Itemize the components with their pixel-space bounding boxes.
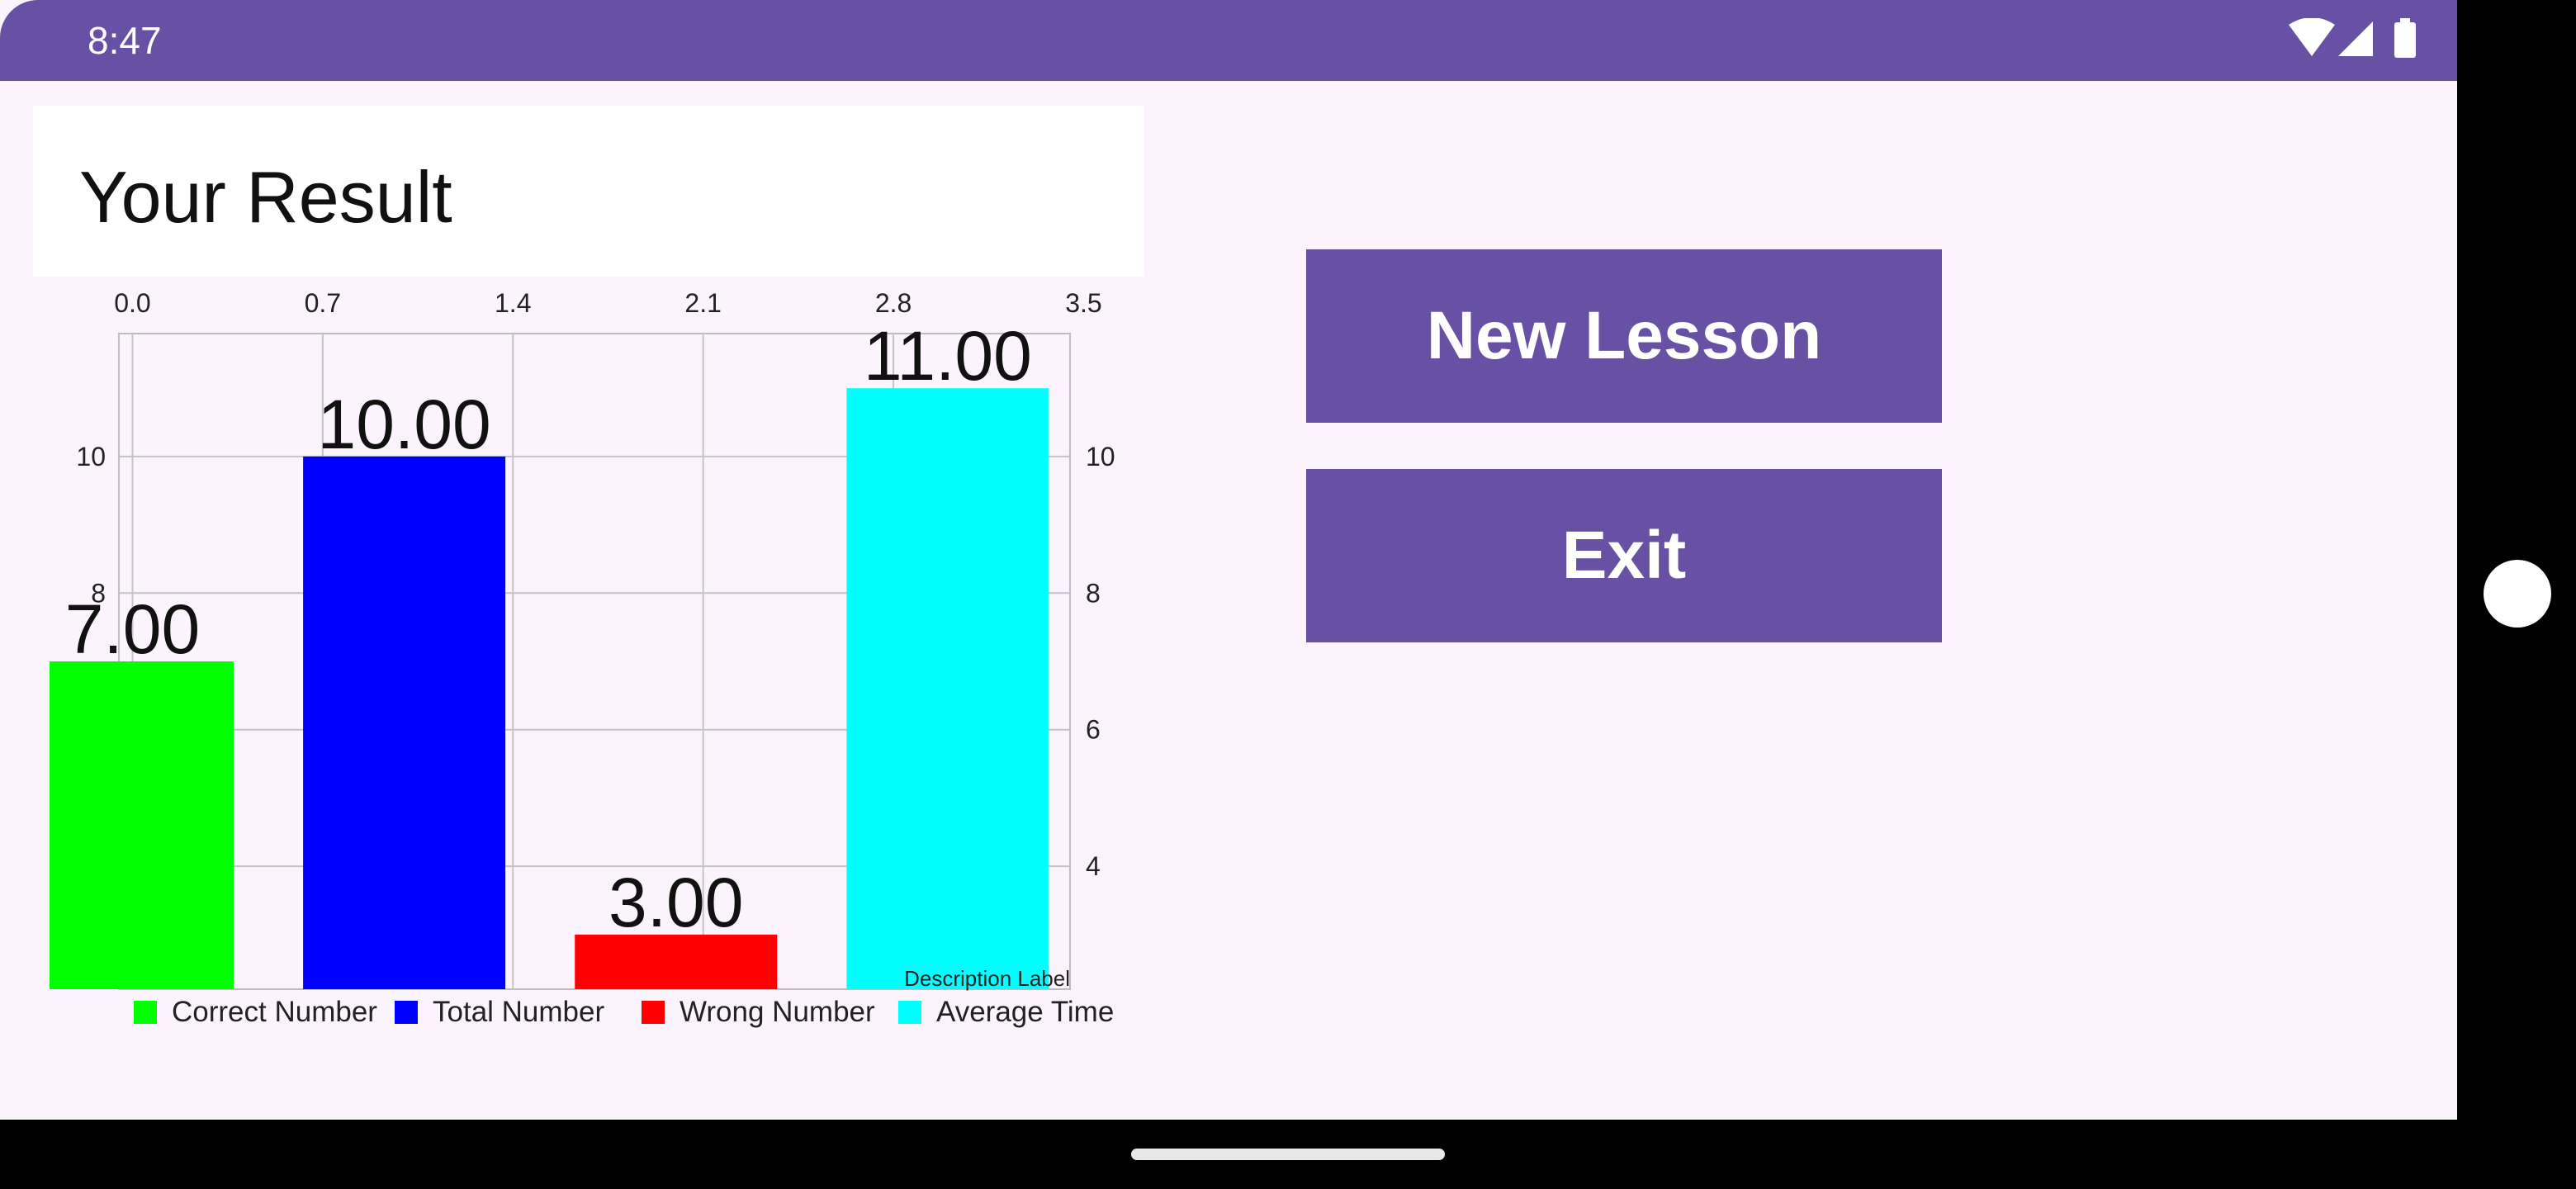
legend-swatch [642, 1001, 665, 1024]
y-tick-label-right: 4 [1086, 851, 1101, 881]
new-lesson-button[interactable]: New Lesson [1306, 249, 1942, 423]
y-tick-label-right: 10 [1086, 442, 1115, 471]
bar-correct-number [50, 661, 234, 989]
bar-value-label: 10.00 [317, 386, 490, 463]
bar-value-label: 11.00 [864, 317, 1032, 395]
exit-button[interactable]: Exit [1306, 469, 1942, 642]
status-time: 8:47 [88, 19, 162, 62]
device-frame: 8:47 Your Result 0.00.71.42.12.83.544668… [0, 0, 2576, 1189]
x-tick-label: 2.1 [684, 288, 721, 318]
bar-wrong-number [575, 934, 778, 989]
page-title: Your Result [79, 156, 452, 238]
legend-swatch [395, 1001, 418, 1024]
bar-value-label: 3.00 [608, 864, 744, 941]
x-tick-label: 0.0 [114, 288, 150, 318]
legend-swatch [898, 1001, 921, 1024]
chart-description-label: Description Label [904, 966, 1070, 991]
bar-total-number [303, 456, 506, 989]
legend-label: Total Number [433, 996, 604, 1028]
battery-icon [2394, 18, 2416, 58]
app-screen: 8:47 Your Result 0.00.71.42.12.83.544668… [0, 0, 2457, 1120]
x-tick-label: 1.4 [495, 288, 531, 318]
y-tick-label-left: 10 [76, 442, 106, 471]
home-gesture-handle[interactable] [1131, 1149, 1445, 1160]
legend-label: Average Time [936, 996, 1114, 1028]
legend-swatch [134, 1001, 157, 1024]
result-bar-chart: 0.00.71.42.12.83.544668810107.0010.003.0… [50, 288, 1115, 1028]
bar-average-time [846, 388, 1049, 989]
camera-cutout [2484, 560, 2551, 628]
x-tick-label: 3.5 [1065, 288, 1101, 318]
status-bar: 8:47 [0, 0, 2457, 81]
y-tick-label-right: 6 [1086, 715, 1101, 745]
legend-label: Correct Number [172, 996, 377, 1028]
legend-label: Wrong Number [680, 996, 875, 1028]
x-tick-label: 0.7 [305, 288, 341, 318]
x-tick-label: 2.8 [875, 288, 912, 318]
cellular-signal-icon [2338, 21, 2373, 56]
bar-value-label: 7.00 [65, 590, 201, 668]
wifi-icon [2289, 18, 2335, 56]
y-tick-label-right: 8 [1086, 578, 1101, 608]
